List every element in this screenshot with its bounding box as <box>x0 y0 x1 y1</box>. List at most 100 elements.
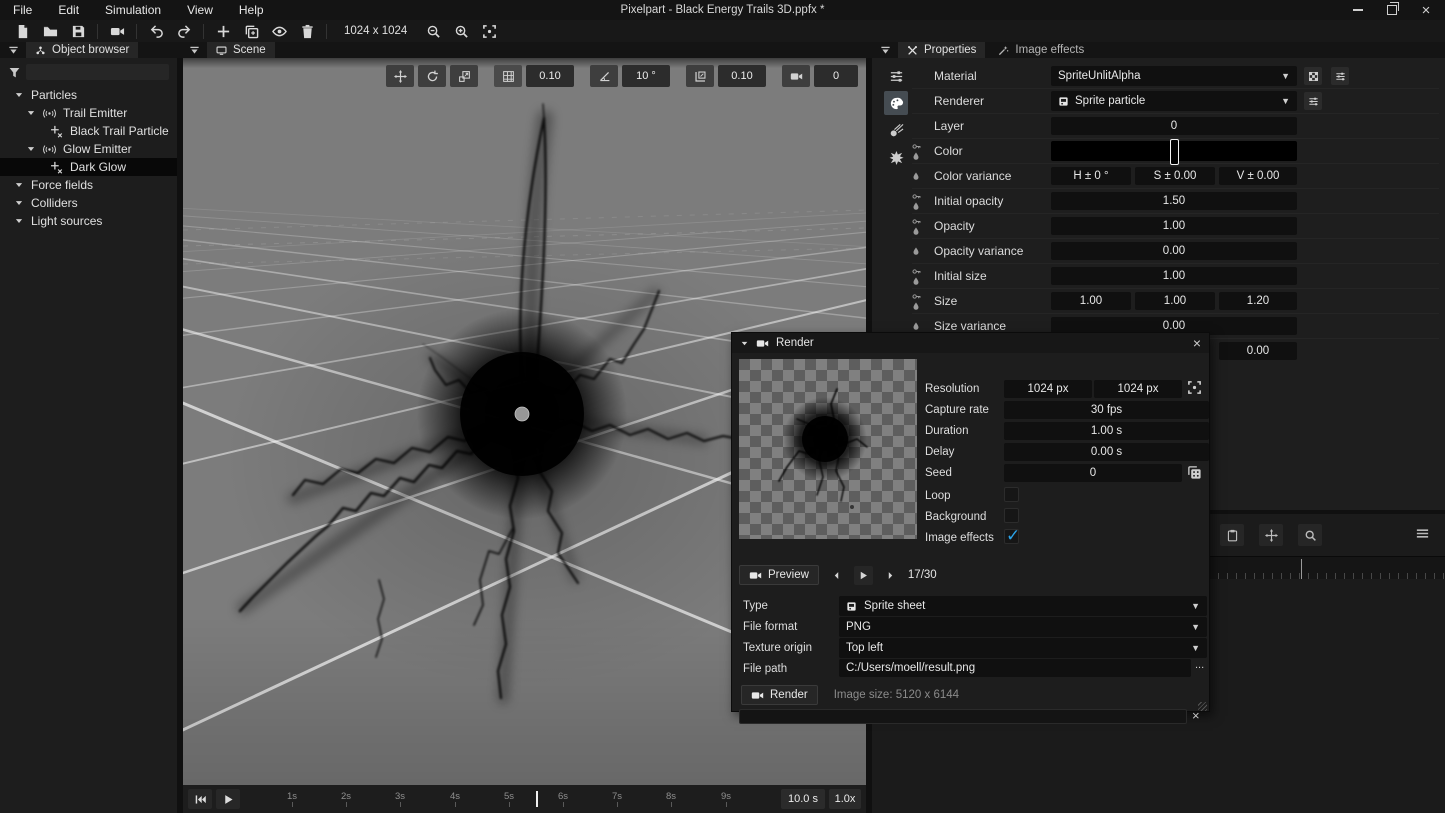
preview-button[interactable]: Preview <box>739 565 819 585</box>
drop-icon[interactable] <box>912 172 920 180</box>
drop-icon[interactable] <box>912 152 920 160</box>
resolution-height-field[interactable]: 1024 px <box>1094 380 1182 398</box>
add-object-button[interactable] <box>209 21 237 41</box>
file-format-dropdown[interactable]: PNG ▼ <box>839 617 1207 637</box>
undo-button[interactable] <box>142 21 170 41</box>
rotate-tool-button[interactable] <box>418 65 446 87</box>
caret-down-icon[interactable] <box>14 180 24 190</box>
size-z-field[interactable]: 1.20 <box>1219 292 1297 310</box>
angle-snap-button[interactable] <box>590 65 618 87</box>
resolution-fit-button[interactable] <box>1187 380 1202 395</box>
size-x-field[interactable]: 1.00 <box>1051 292 1131 310</box>
play-preview-button[interactable] <box>854 566 873 585</box>
keyframe-icon[interactable] <box>912 267 921 276</box>
dialog-close-button[interactable]: × <box>1193 335 1201 351</box>
material-texture-button[interactable] <box>1304 67 1322 85</box>
render-dialog-header[interactable]: Render × <box>732 333 1209 353</box>
layer-field[interactable]: 0 <box>1051 117 1297 135</box>
capture-rate-field[interactable]: 30 fps <box>1004 401 1209 419</box>
grid-snap-field[interactable]: 0.10 <box>526 65 574 87</box>
tree-item-black-trail-particle[interactable]: Black Trail Particle <box>0 122 177 140</box>
tree-item-dark-glow[interactable]: Dark Glow <box>0 158 177 176</box>
seed-randomize-button[interactable] <box>1187 465 1202 480</box>
previous-frame-button[interactable] <box>827 566 846 585</box>
tree-item-colliders[interactable]: Colliders <box>0 194 177 212</box>
skip-to-start-button[interactable] <box>188 789 212 809</box>
tab-scene[interactable]: Scene <box>207 42 275 58</box>
next-frame-button[interactable] <box>881 566 900 585</box>
keyframe-icon[interactable] <box>912 217 921 226</box>
dialog-resize-grip[interactable] <box>1198 702 1207 711</box>
close-button[interactable]: × <box>1409 0 1443 20</box>
category-collision-button[interactable] <box>884 145 908 169</box>
material-settings-button[interactable] <box>1331 67 1349 85</box>
color-variance-h-field[interactable]: H ± 0 ° <box>1051 167 1131 185</box>
drop-icon[interactable] <box>912 227 920 235</box>
menu-view[interactable]: View <box>174 0 226 20</box>
object-search-input[interactable] <box>26 64 169 80</box>
seed-field[interactable]: 0 <box>1004 464 1182 482</box>
renderer-dropdown[interactable]: Sprite particle▼ <box>1051 91 1297 111</box>
caret-down-icon[interactable] <box>14 198 24 208</box>
duration-field[interactable]: 10.0 s <box>781 789 825 809</box>
scene-panel-menu[interactable] <box>185 42 203 58</box>
camera-index-field[interactable]: 0 <box>814 65 858 87</box>
tree-item-particles[interactable]: Particles <box>0 86 177 104</box>
tab-properties[interactable]: Properties <box>898 42 985 58</box>
keyframe-icon[interactable] <box>912 142 921 151</box>
translate-snap-button[interactable] <box>686 65 714 87</box>
clipboard-button[interactable] <box>1220 524 1244 546</box>
duration-field[interactable]: 1.00 s <box>1004 422 1209 440</box>
drop-icon[interactable] <box>912 302 920 310</box>
new-file-button[interactable] <box>8 21 36 41</box>
save-button[interactable] <box>64 21 92 41</box>
tab-object-browser[interactable]: Object browser <box>26 42 138 58</box>
opacity-variance-field[interactable]: 0.00 <box>1051 242 1297 260</box>
background-checkbox[interactable] <box>1004 508 1019 523</box>
resolution-width-field[interactable]: 1024 px <box>1004 380 1092 398</box>
zoom-out-button[interactable] <box>419 21 447 41</box>
object-browser-panel-menu[interactable] <box>4 42 22 58</box>
caret-down-icon[interactable] <box>26 108 36 118</box>
angle-snap-field[interactable]: 10 ° <box>622 65 670 87</box>
drop-icon[interactable] <box>912 322 920 330</box>
properties-panel-menu[interactable] <box>876 42 894 58</box>
partial-value-field[interactable]: 0.00 <box>1219 342 1297 360</box>
size-y-field[interactable]: 1.00 <box>1135 292 1215 310</box>
tree-item-light-sources[interactable]: Light sources <box>0 212 177 230</box>
menu-simulation[interactable]: Simulation <box>92 0 174 20</box>
translate-snap-field[interactable]: 0.10 <box>718 65 766 87</box>
menu-edit[interactable]: Edit <box>45 0 92 20</box>
tree-item-glow-emitter[interactable]: Glow Emitter <box>0 140 177 158</box>
file-path-field[interactable]: C:/Users/moell/result.png <box>839 659 1191 677</box>
duplicate-button[interactable] <box>237 21 265 41</box>
tree-item-trail-emitter[interactable]: Trail Emitter <box>0 104 177 122</box>
pan-button[interactable] <box>1259 524 1283 546</box>
category-motion-button[interactable] <box>884 118 908 142</box>
material-dropdown[interactable]: SpriteUnlitAlpha▼ <box>1051 66 1297 86</box>
render-button[interactable]: Render <box>741 685 818 705</box>
initial-opacity-field[interactable]: 1.50 <box>1051 192 1297 210</box>
opacity-field[interactable]: 1.00 <box>1051 217 1297 235</box>
caret-down-icon[interactable] <box>26 144 36 154</box>
redo-button[interactable] <box>170 21 198 41</box>
move-tool-button[interactable] <box>386 65 414 87</box>
renderer-settings-button[interactable] <box>1304 92 1322 110</box>
keyframe-icon[interactable] <box>912 192 921 201</box>
panel-options-button[interactable] <box>1415 526 1430 541</box>
category-general-button[interactable] <box>884 64 908 88</box>
delay-field[interactable]: 0.00 s <box>1004 443 1209 461</box>
restore-button[interactable] <box>1375 0 1409 20</box>
delete-button[interactable] <box>293 21 321 41</box>
zoom-button[interactable] <box>1298 524 1322 546</box>
browse-button[interactable]: ... <box>1195 659 1204 671</box>
playback-speed-field[interactable]: 1.0x <box>829 789 861 809</box>
playhead[interactable] <box>536 791 538 807</box>
menu-file[interactable]: File <box>0 0 45 20</box>
render-video-button[interactable] <box>103 21 131 41</box>
category-appearance-button[interactable] <box>884 91 908 115</box>
open-file-button[interactable] <box>36 21 64 41</box>
drop-icon[interactable] <box>912 202 920 210</box>
scale-tool-button[interactable] <box>450 65 478 87</box>
loop-checkbox[interactable] <box>1004 487 1019 502</box>
